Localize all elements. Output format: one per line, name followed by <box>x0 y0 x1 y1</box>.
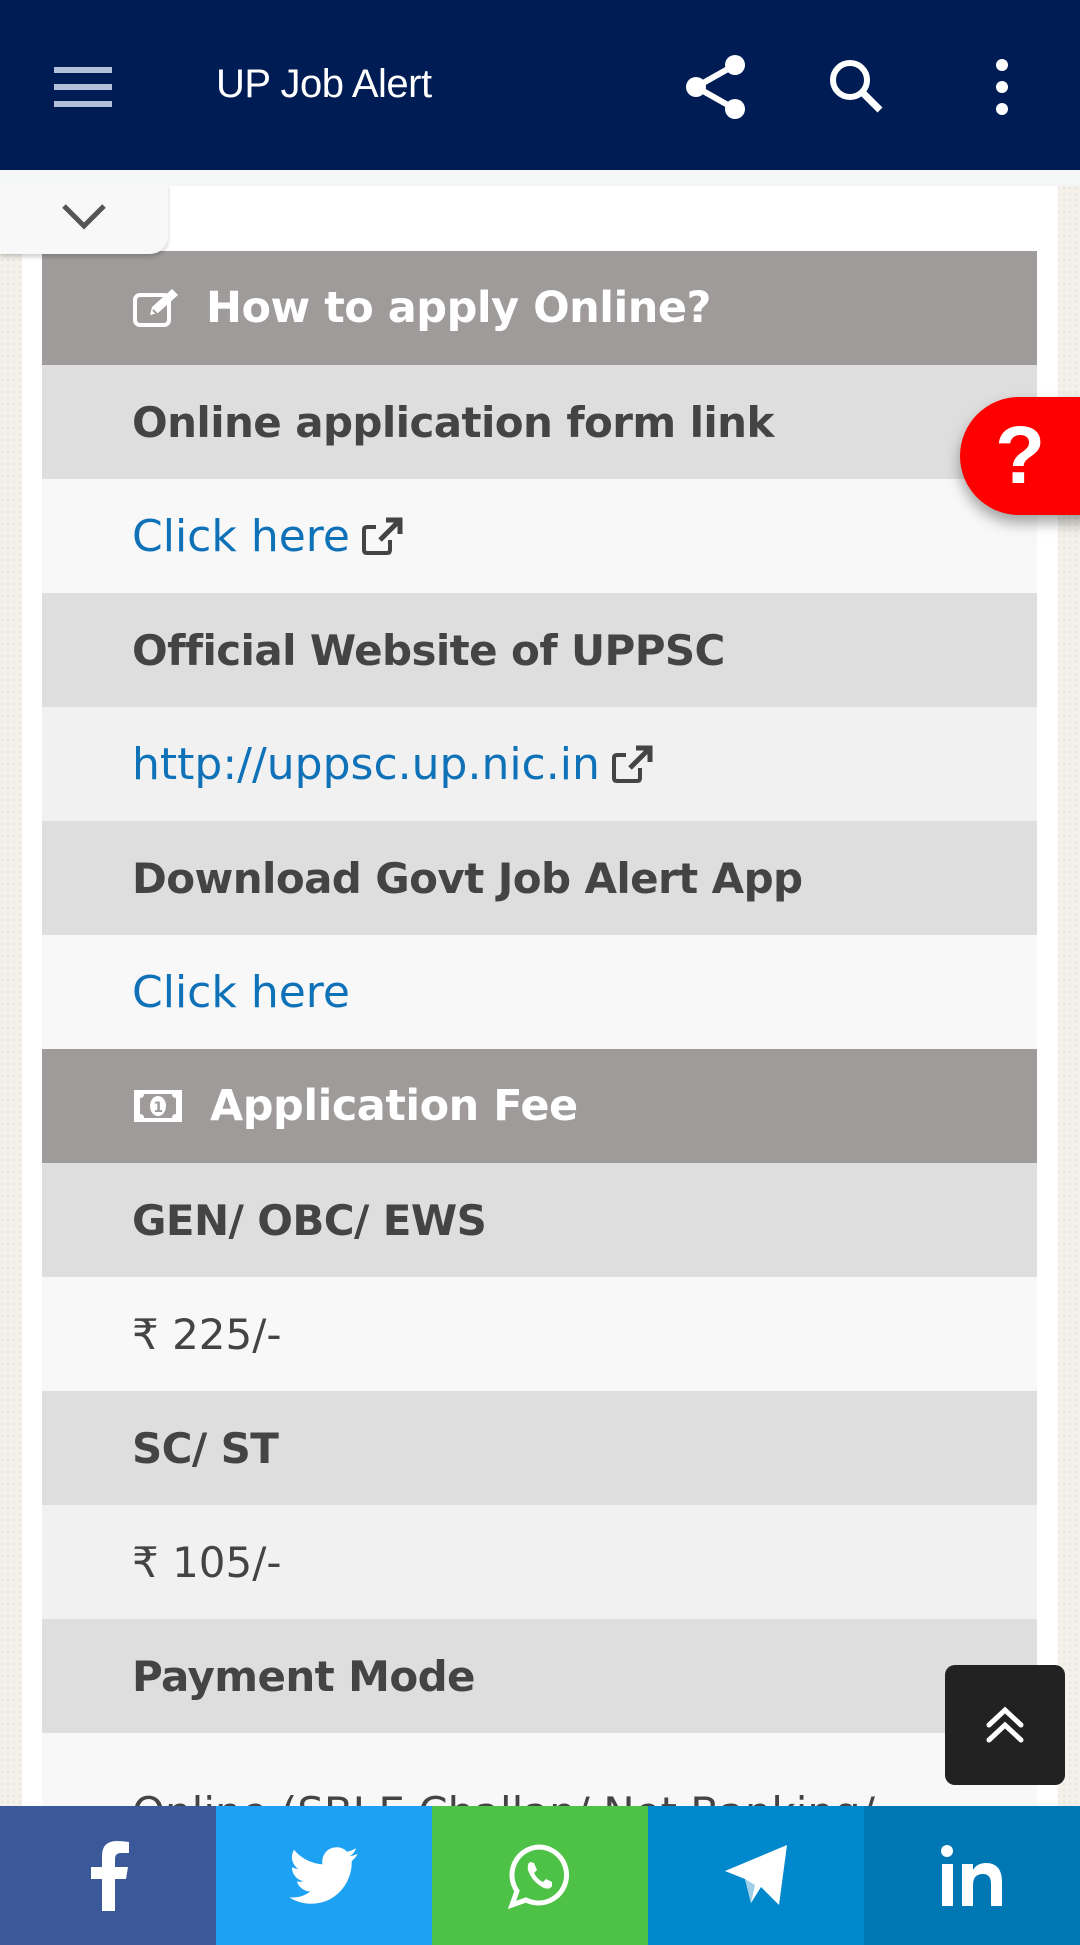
application-form-link[interactable]: Click here <box>132 511 404 562</box>
section-header-application-fee: 1 Application Fee <box>42 1049 1037 1163</box>
svg-text:1: 1 <box>153 1100 162 1116</box>
row-value: http://uppsc.up.nic.in <box>42 707 1037 821</box>
app-title: UP Job Alert <box>216 62 432 106</box>
link-text: http://uppsc.up.nic.in <box>132 738 600 790</box>
scroll-to-top-button[interactable] <box>945 1665 1065 1785</box>
label-text: GEN/ OBC/ EWS <box>132 1195 487 1245</box>
twitter-share-button[interactable] <box>216 1806 432 1945</box>
row-label: Online application form link <box>42 365 1037 479</box>
download-app-link[interactable]: Click here <box>132 967 350 1018</box>
menu-icon-line <box>54 101 112 107</box>
share-bar <box>0 1806 1080 1945</box>
row-value: ₹ 225/- <box>42 1277 1037 1391</box>
row-value: ₹ 105/- <box>42 1505 1037 1619</box>
menu-button[interactable] <box>54 67 112 107</box>
more-vert-icon <box>996 59 1008 115</box>
telegram-share-button[interactable] <box>648 1806 864 1945</box>
link-text: Click here <box>132 966 350 1018</box>
row-label: GEN/ OBC/ EWS <box>42 1163 1037 1277</box>
external-link-icon <box>610 744 654 784</box>
section-header-how-to-apply: How to apply Online? <box>42 251 1037 365</box>
help-button[interactable]: ? <box>960 397 1080 515</box>
row-label: SC/ ST <box>42 1391 1037 1505</box>
label-text: Payment Mode <box>132 1651 476 1701</box>
app-bar: UP Job Alert <box>0 0 1080 170</box>
whatsapp-share-button[interactable] <box>432 1806 648 1945</box>
fee-value: ₹ 225/- <box>132 1309 282 1359</box>
chevron-down-icon <box>62 204 106 230</box>
section-title: How to apply Online? <box>206 283 711 333</box>
expand-toggle[interactable] <box>0 184 168 254</box>
share-button[interactable] <box>680 52 750 122</box>
twitter-icon <box>289 1846 358 1904</box>
linkedin-icon <box>941 1844 1002 1906</box>
double-chevron-up-icon <box>986 1706 1024 1743</box>
linkedin-share-button[interactable] <box>864 1806 1080 1945</box>
money-icon: 1 <box>132 1088 184 1124</box>
search-icon <box>830 60 883 113</box>
search-button[interactable] <box>822 52 892 122</box>
telegram-icon <box>725 1844 787 1905</box>
job-details-table: How to apply Online? Online application … <box>42 251 1037 1833</box>
menu-icon <box>54 67 112 73</box>
fee-value: ₹ 105/- <box>132 1537 282 1587</box>
label-text: Download Govt Job Alert App <box>132 853 803 903</box>
row-value: Click here <box>42 479 1037 593</box>
facebook-share-button[interactable] <box>0 1806 216 1945</box>
facebook-icon <box>91 1840 129 1911</box>
label-text: Official Website of UPPSC <box>132 625 725 675</box>
official-website-link[interactable]: http://uppsc.up.nic.in <box>132 739 654 790</box>
label-text: SC/ ST <box>132 1423 279 1473</box>
share-icon <box>686 55 745 119</box>
row-label: Official Website of UPPSC <box>42 593 1037 707</box>
row-label: Payment Mode <box>42 1619 1037 1733</box>
menu-icon-line <box>54 84 112 90</box>
edit-icon <box>132 287 180 329</box>
link-text: Click here <box>132 510 350 562</box>
label-text: Online application form link <box>132 397 774 447</box>
whatsapp-icon <box>507 1843 570 1909</box>
row-label: Download Govt Job Alert App <box>42 821 1037 935</box>
section-title: Application Fee <box>210 1081 578 1131</box>
more-options-button[interactable] <box>967 52 1037 122</box>
question-icon: ? <box>994 410 1046 501</box>
external-link-icon <box>360 516 404 556</box>
row-value: Click here <box>42 935 1037 1049</box>
